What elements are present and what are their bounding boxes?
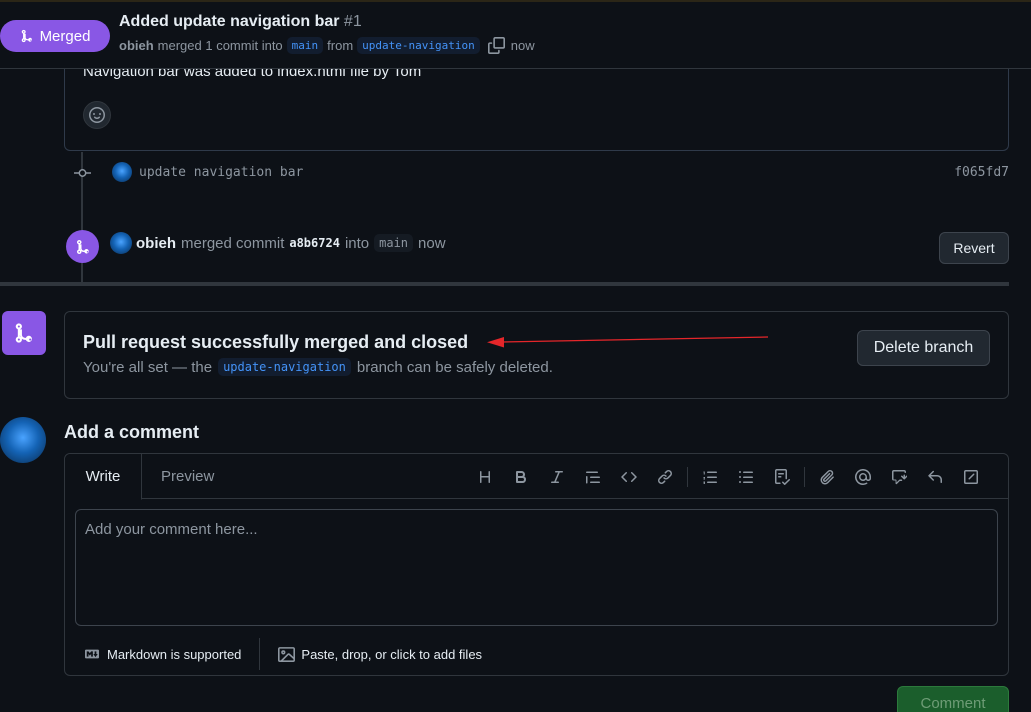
commit-sha[interactable]: f065fd7 xyxy=(954,165,1009,180)
submit-comment-button[interactable]: Comment xyxy=(897,686,1009,712)
pr-time: now xyxy=(510,38,535,53)
revert-button[interactable]: Revert xyxy=(939,232,1009,264)
unordered-list-icon[interactable] xyxy=(728,465,764,489)
attach-files-label: Paste, drop, or click to add files xyxy=(301,646,483,662)
merge-status-icon xyxy=(2,311,46,355)
pr-author[interactable]: obieh xyxy=(119,38,154,53)
markdown-icon xyxy=(83,647,101,661)
add-reaction-button[interactable] xyxy=(83,101,111,129)
head-branch-ref[interactable]: update-navigation xyxy=(357,37,480,54)
slash-command-icon[interactable] xyxy=(953,465,989,489)
git-commit-icon xyxy=(74,166,91,180)
footer-separator xyxy=(259,638,261,670)
code-icon[interactable] xyxy=(611,465,647,489)
reply-icon[interactable] xyxy=(917,465,953,489)
current-user-avatar[interactable] xyxy=(0,417,46,463)
merge-event-author[interactable]: obieh xyxy=(136,235,176,252)
pr-title[interactable]: Added update navigation bar #1 xyxy=(119,13,362,31)
annotation-arrow xyxy=(487,336,769,348)
timeline-end-divider xyxy=(0,282,1009,286)
tab-write[interactable]: Write xyxy=(65,454,142,500)
italic-icon[interactable] xyxy=(539,465,575,489)
markdown-note[interactable]: Markdown is supported xyxy=(83,647,241,662)
copy-icon[interactable] xyxy=(487,37,505,54)
task-list-icon[interactable] xyxy=(764,465,800,489)
git-merge-icon xyxy=(13,322,35,344)
merge-status-branch[interactable]: update-navigation xyxy=(218,358,351,376)
merge-status-sub-suffix: branch can be safely deleted. xyxy=(356,358,553,376)
markdown-toolbar xyxy=(467,465,989,489)
commit-author-avatar[interactable] xyxy=(112,162,132,182)
comment-textarea[interactable] xyxy=(75,509,998,626)
sticky-header: Merged Added update navigation bar #1 ob… xyxy=(0,0,1031,69)
link-icon[interactable] xyxy=(647,465,683,489)
merge-status-box: Pull request successfully merged and clo… xyxy=(64,311,1009,399)
heading-icon[interactable] xyxy=(467,465,503,489)
git-merge-icon xyxy=(75,239,91,255)
pr-from-text: from xyxy=(327,38,354,53)
bold-icon[interactable] xyxy=(503,465,539,489)
submit-comment-label: Comment xyxy=(920,694,986,712)
merger-avatar[interactable] xyxy=(110,232,132,254)
base-branch-ref[interactable]: main xyxy=(286,37,324,54)
merge-event-into: into xyxy=(344,234,370,252)
merge-event-text: merged commit xyxy=(181,234,285,252)
merge-event-sha[interactable]: a8b6724 xyxy=(289,236,340,250)
merge-event-branch[interactable]: main xyxy=(374,234,414,252)
merge-status-sub-prefix: You're all set — the xyxy=(83,358,213,376)
add-comment-heading: Add a comment xyxy=(64,422,200,442)
pr-merged-text: merged 1 commit into xyxy=(157,38,283,53)
paperclip-icon[interactable] xyxy=(809,465,845,489)
merge-event-badge xyxy=(66,230,99,263)
quote-icon[interactable] xyxy=(575,465,611,489)
pr-meta: obieh merged 1 commit into main from upd… xyxy=(119,37,535,54)
comment-box: Navigation bar was added to index.html f… xyxy=(64,55,1009,151)
ordered-list-icon[interactable] xyxy=(692,465,728,489)
revert-button-label: Revert xyxy=(953,240,995,256)
image-icon xyxy=(278,646,296,663)
merge-event-time: now xyxy=(418,234,446,252)
markdown-note-label: Markdown is supported xyxy=(107,646,242,662)
pr-number: #1 xyxy=(343,13,362,30)
delete-branch-button[interactable]: Delete branch xyxy=(857,330,990,366)
pr-title-text: Added update navigation bar xyxy=(119,13,340,30)
cross-reference-icon[interactable] xyxy=(881,465,917,489)
editor-footer: Markdown is supported Paste, drop, or cl… xyxy=(83,638,482,670)
toolbar-separator xyxy=(687,467,688,487)
tab-preview[interactable]: Preview xyxy=(161,468,214,485)
mention-icon[interactable] xyxy=(845,465,881,489)
merge-status-title: Pull request successfully merged and clo… xyxy=(83,332,469,352)
merge-event: obieh merged commit a8b6724 into main no… xyxy=(136,234,446,252)
merged-state-badge: Merged xyxy=(0,20,110,52)
editor-header: Write Preview xyxy=(65,454,1008,500)
git-merge-icon xyxy=(20,29,34,43)
merge-status-subtitle: You're all set — the update-navigation b… xyxy=(83,358,553,376)
toolbar-separator xyxy=(804,467,805,487)
attach-files[interactable]: Paste, drop, or click to add files xyxy=(278,646,482,663)
smiley-icon xyxy=(89,107,105,123)
commit-message[interactable]: update navigation bar xyxy=(139,165,303,180)
comment-editor: Write Preview Markdown is suppo xyxy=(64,453,1009,676)
delete-branch-label: Delete branch xyxy=(873,339,974,356)
merged-state-label: Merged xyxy=(39,27,91,45)
